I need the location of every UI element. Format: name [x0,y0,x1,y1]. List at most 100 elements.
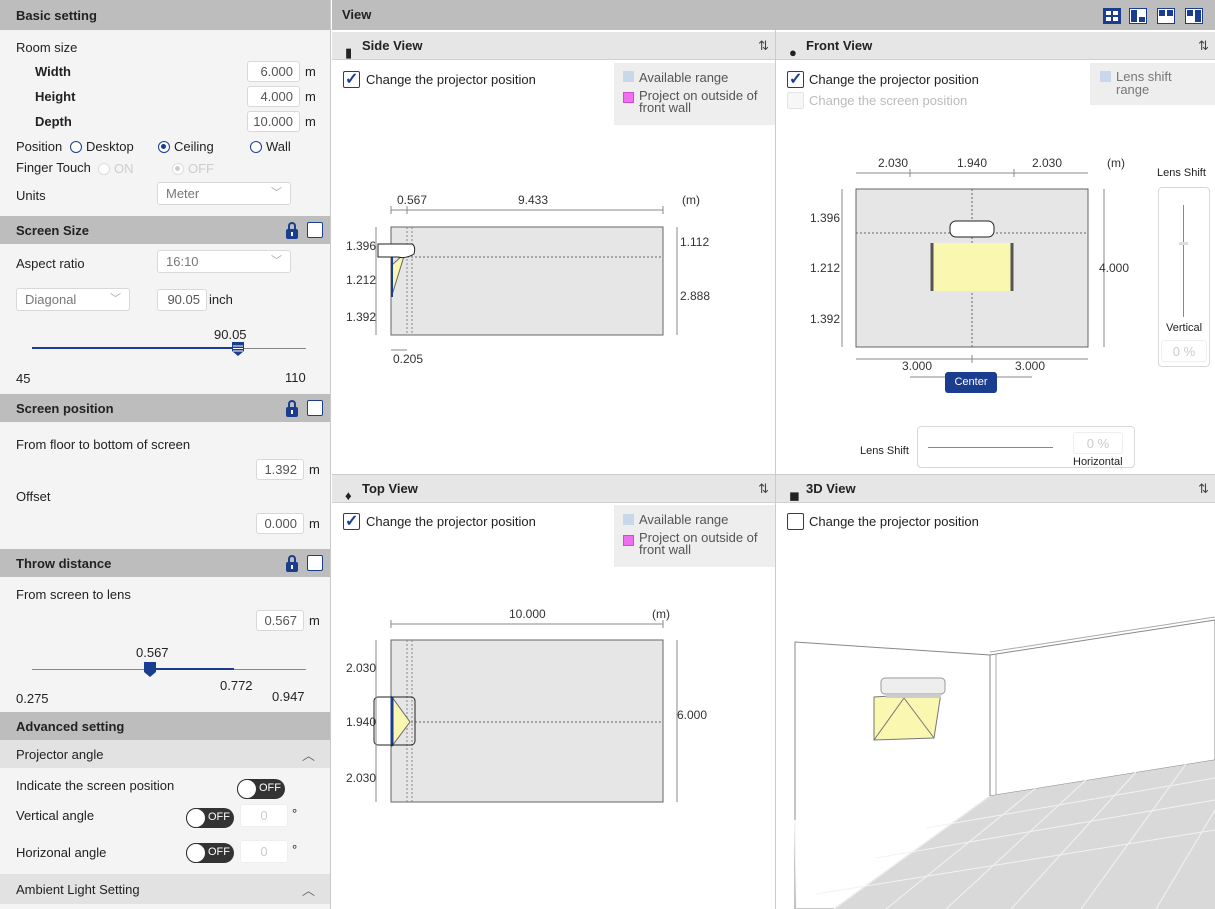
front-view-header: ● Front View ⇅ [776,32,1215,60]
depth-input[interactable]: 10.000 [247,111,300,132]
dim-bottom: 0.205 [393,352,423,366]
swap-view-icon[interactable]: ⇅ [1198,32,1209,60]
finger-touch-off-radio[interactable] [172,163,184,175]
screen-size-lock-checkbox[interactable] [307,222,323,238]
top-view-header: ♦ Top View ⇅ [332,475,775,503]
layout-side-icon[interactable] [1129,8,1147,24]
dim-left-top: 1.396 [346,239,376,253]
diagonal-input[interactable]: 90.05 [157,289,207,311]
slider-thumb-icon [144,662,156,677]
front-dim-unit: (m) [1107,156,1125,170]
screen-size-slider-min: 45 [16,371,31,386]
position-ceiling-label: Ceiling [174,139,214,154]
position-desktop-radio[interactable] [70,141,82,153]
horizontal-angle-unit: ° [292,842,298,857]
diagonal-unit: inch [209,292,233,307]
vertical-lens-shift-thumb[interactable] [1179,242,1188,245]
swap-view-icon[interactable]: ⇅ [1198,475,1209,503]
room-plan [390,639,664,803]
size-type-select[interactable]: Diagonal ﹀ [16,288,130,311]
layout-icon [1159,10,1173,16]
front-change-projector-checkbox[interactable] [787,69,804,89]
screen-to-lens-label: From screen to lens [16,587,131,602]
3d-change-projector-checkbox[interactable] [787,513,804,530]
vertical-lens-shift-track[interactable] [1183,205,1184,317]
horizontal-lens-shift-input[interactable]: 0 % [1073,432,1123,454]
side-view-header: ▮ Side View ⇅ [332,32,775,60]
throw-slider-thumb[interactable] [143,662,157,677]
3d-screen [873,692,942,741]
lens-shift-range-label: Lens shift range [1116,69,1172,97]
screen-size-slider-thumb[interactable] [231,342,245,356]
layout-quad-icon[interactable] [1103,8,1121,24]
chevron-down-icon: ﹀ [271,255,282,267]
top-dim-lb: 2.030 [346,771,376,785]
horizontal-lens-shift-track[interactable] [928,447,1053,448]
lock-icon[interactable] [286,400,298,417]
swap-view-icon[interactable]: ⇅ [758,475,769,503]
lens-shift-range-swatch [1100,71,1111,82]
throw-slider-min: 0.275 [16,691,49,706]
top-change-projector-checkbox[interactable] [343,511,360,531]
throw-distance-input[interactable]: 0.567 [256,610,304,631]
screen-position-lock-checkbox[interactable] [307,400,323,416]
layout-single-icon[interactable] [1185,8,1203,24]
layout-top-icon[interactable] [1157,8,1175,24]
aspect-ratio-select[interactable]: 16:10 ﹀ [157,250,291,273]
top-view-diagram: 10.000 (m) 2.030 1.940 2.030 6.000 [346,607,707,803]
front-screen [932,243,1012,291]
projector-angle-header[interactable]: Projector angle ︿ [0,740,330,768]
floor-to-bottom-unit: m [309,462,320,477]
finger-touch-on-radio[interactable] [98,163,110,175]
units-select[interactable]: Meter ﹀ [157,182,291,205]
lock-icon[interactable] [286,222,298,239]
horizontal-angle-input[interactable]: 0 [240,840,288,863]
size-type-value: Diagonal [25,292,77,307]
finger-touch-label: Finger Touch [16,160,91,175]
top-change-projector-label: Change the projector position [366,514,536,529]
vertical-angle-input[interactable]: 0 [240,804,288,827]
front-projector [949,220,995,238]
ambient-light-title: Ambient Light Setting [16,881,140,897]
front-dim-bl: 3.000 [902,359,932,373]
ambient-light-header[interactable]: Ambient Light Setting ︿ [0,874,330,904]
aspect-ratio-label: Aspect ratio [16,256,85,271]
person-top-icon: ♦ [345,488,352,503]
front-change-screen-checkbox[interactable] [787,92,804,109]
toggle-knob [237,779,257,799]
height-input[interactable]: 4.000 [247,86,300,107]
top-dim-lm: 1.940 [346,715,376,729]
screen-size-slider-max: 110 [285,370,306,385]
toggle-knob [186,808,206,828]
finger-touch-off-label: OFF [188,161,214,176]
center-button[interactable]: Center [945,372,997,393]
swap-view-icon[interactable]: ⇅ [758,32,769,60]
toggle-text: OFF [208,811,230,823]
dim-rest: 9.433 [518,193,548,207]
offset-label: Offset [16,489,51,504]
front-dim-lm: 1.212 [810,261,840,275]
floor-to-bottom-input[interactable]: 1.392 [256,459,304,480]
lens-shift-vertical-title: Lens Shift [1157,167,1206,179]
chevron-down-icon: ﹀ [271,187,282,199]
camera-icon: ◼ [789,488,800,503]
offset-unit: m [309,516,320,531]
position-wall-radio[interactable] [250,141,262,153]
position-ceiling-radio[interactable] [158,141,170,153]
offset-input[interactable]: 0.000 [256,513,304,534]
width-unit: m [305,64,316,79]
vertical-lens-shift-input[interactable]: 0 % [1161,340,1207,362]
advanced-setting-header: Advanced setting [0,712,330,740]
3d-view-scene[interactable] [776,610,1215,909]
width-input[interactable]: 6.000 [247,61,300,82]
layout-icon [1187,10,1201,22]
indicate-screen-toggle[interactable]: OFF [237,779,285,799]
toggle-text: OFF [259,782,281,794]
position-label: Position [16,139,63,154]
horizontal-angle-toggle[interactable]: OFF [186,843,234,863]
throw-distance-lock-checkbox[interactable] [307,555,323,571]
lock-icon[interactable] [286,555,298,572]
vertical-angle-toggle[interactable]: OFF [186,808,234,828]
top-dim-lt: 2.030 [346,661,376,675]
top-dim-unit: (m) [652,607,670,621]
